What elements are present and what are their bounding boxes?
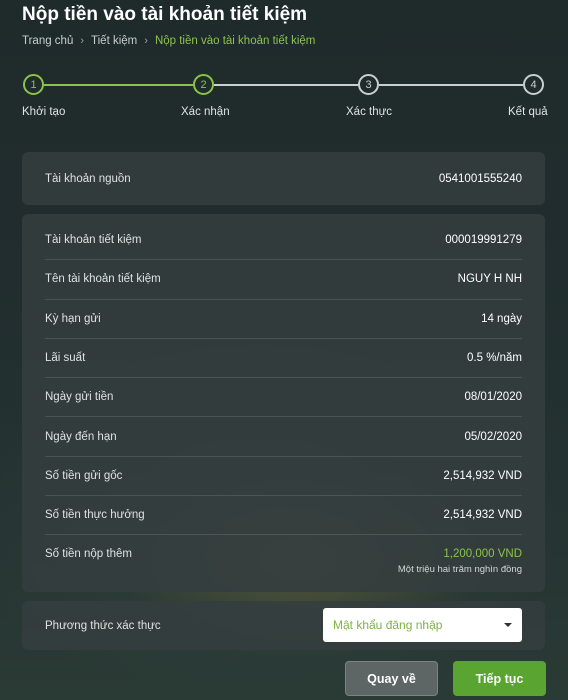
detail-row: Kỳ hạn gửi 14 ngày bbox=[45, 300, 522, 339]
step-3-label: Xác thực bbox=[346, 106, 393, 118]
detail-label: Kỳ hạn gửi bbox=[45, 312, 101, 325]
extra-amount-label: Số tiền nộp thêm bbox=[45, 548, 132, 561]
step-1-label: Khởi tạo bbox=[22, 106, 66, 118]
step-connector bbox=[214, 84, 358, 86]
auth-method-select[interactable]: Mật khẩu đăng nhập bbox=[323, 608, 522, 642]
detail-row: Ngày gửi tiền 08/01/2020 bbox=[45, 378, 522, 418]
step-1-circle: 1 bbox=[23, 74, 44, 95]
detail-label: Tên tài khoản tiết kiệm bbox=[45, 273, 161, 286]
detail-label: Ngày đến hạn bbox=[45, 430, 117, 443]
detail-row: Tên tài khoản tiết kiệm NGUY H NH bbox=[45, 260, 522, 300]
auth-method-selected-value: Mật khẩu đăng nhập bbox=[333, 618, 443, 632]
detail-row: Ngày đến hạn 05/02/2020 bbox=[45, 417, 522, 457]
detail-value: 14 ngày bbox=[481, 312, 522, 325]
breadcrumb-home[interactable]: Trang chủ bbox=[22, 35, 73, 47]
chevron-down-icon bbox=[504, 623, 512, 627]
step-4-label: Kết quả bbox=[508, 106, 548, 118]
detail-row: Số tiền gửi gốc 2,514,932 VND bbox=[45, 457, 522, 497]
detail-value: NGUY H NH bbox=[457, 273, 522, 286]
step-2-circle: 2 bbox=[193, 74, 214, 95]
extra-amount-row: Số tiền nộp thêm 1,200,000 VND Một triệu… bbox=[45, 535, 522, 593]
extra-amount-group: 1,200,000 VND Một triệu hai trăm nghìn đ… bbox=[398, 548, 522, 575]
source-account-card: Tài khoản nguồn 0541001555240 bbox=[22, 152, 545, 205]
back-button[interactable]: Quay về bbox=[345, 661, 438, 696]
source-account-value: 0541001555240 bbox=[438, 172, 522, 185]
detail-value: 05/02/2020 bbox=[464, 430, 522, 443]
extra-amount-words: Một triệu hai trăm nghìn đồng bbox=[397, 564, 522, 576]
auth-method-label: Phương thức xác thực bbox=[45, 619, 161, 632]
detail-value: 08/01/2020 bbox=[464, 391, 522, 404]
detail-label: Số tiền thực hưởng bbox=[45, 509, 145, 522]
page-title: Nộp tiền vào tài khoản tiết kiệm bbox=[22, 4, 308, 25]
progress-stepper: 1 2 3 4 Khởi tạo Xác nhận Xác thực Kết q… bbox=[0, 74, 568, 124]
detail-value: 000019991279 bbox=[445, 234, 522, 247]
step-4-circle: 4 bbox=[523, 74, 544, 95]
detail-row: Số tiền thực hưởng 2,514,932 VND bbox=[45, 496, 522, 536]
detail-value: 2,514,932 VND bbox=[443, 509, 522, 522]
detail-row: Tài khoản tiết kiệm 000019991279 bbox=[45, 221, 522, 261]
continue-button[interactable]: Tiếp tục bbox=[453, 661, 546, 696]
auth-method-card: Phương thức xác thực Mật khẩu đăng nhập bbox=[22, 601, 545, 650]
step-3-circle: 3 bbox=[358, 74, 379, 95]
savings-details-card: Tài khoản tiết kiệm 000019991279 Tên tài… bbox=[22, 214, 545, 592]
breadcrumb-current: Nộp tiền vào tài khoản tiết kiệm bbox=[154, 35, 316, 47]
source-account-label: Tài khoản nguồn bbox=[45, 172, 131, 185]
breadcrumb-separator: › bbox=[144, 35, 148, 47]
detail-label: Lãi suất bbox=[45, 352, 86, 365]
step-connector bbox=[379, 84, 523, 86]
source-account-row: Tài khoản nguồn 0541001555240 bbox=[22, 152, 545, 205]
extra-amount-value: 1,200,000 VND bbox=[443, 548, 522, 561]
detail-row: Lãi suất 0.5 %/năm bbox=[45, 339, 522, 379]
detail-value: 2,514,932 VND bbox=[443, 469, 522, 482]
detail-label: Số tiền gửi gốc bbox=[45, 469, 123, 482]
breadcrumb-savings[interactable]: Tiết kiệm bbox=[91, 35, 137, 47]
detail-label: Ngày gửi tiền bbox=[45, 391, 114, 404]
breadcrumb: Trang chủ › Tiết kiệm › Nộp tiền vào tài… bbox=[22, 35, 315, 47]
breadcrumb-separator: › bbox=[80, 35, 85, 47]
step-connector-done bbox=[44, 84, 193, 86]
step-2-label: Xác nhận bbox=[181, 106, 230, 118]
detail-value: 0.5 %/năm bbox=[467, 352, 522, 365]
detail-label: Tài khoản tiết kiệm bbox=[45, 234, 142, 247]
